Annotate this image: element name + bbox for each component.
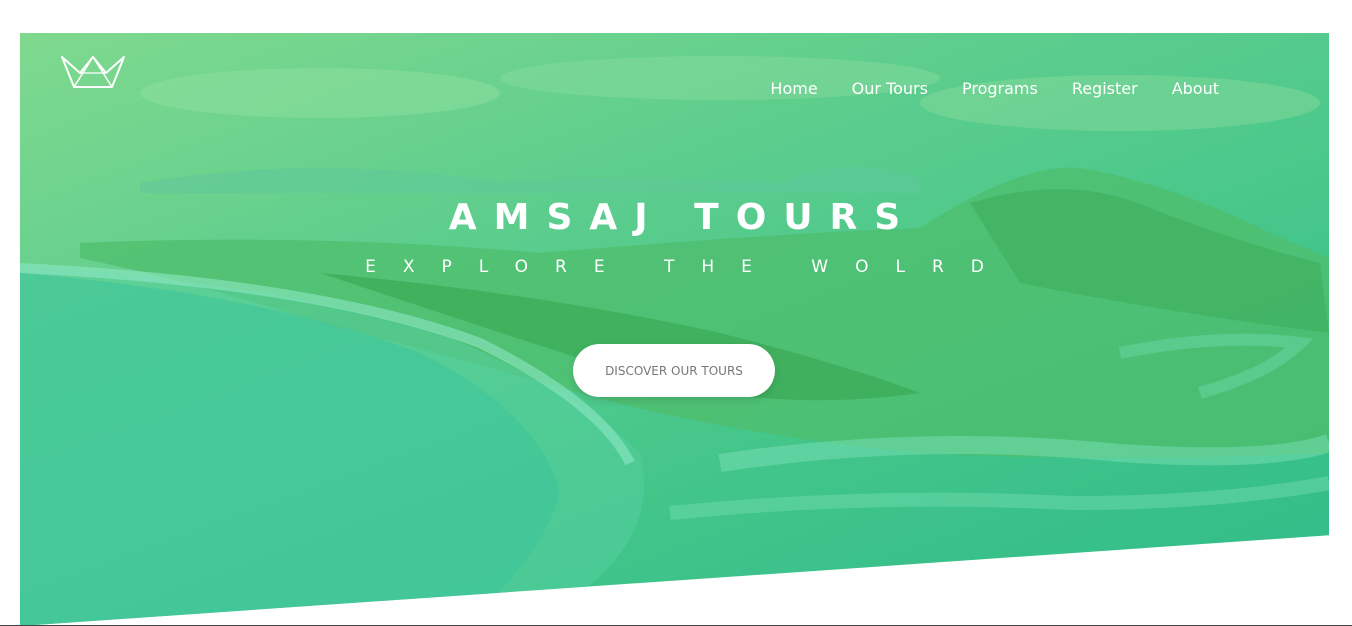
nav-item-programs[interactable]: Programs — [962, 79, 1038, 98]
nav-item-our-tours[interactable]: Our Tours — [852, 79, 928, 98]
hero-title: AMSAJ TOURS — [448, 197, 918, 238]
nav-item-home[interactable]: Home — [770, 79, 817, 98]
crown-logo-icon[interactable] — [60, 53, 126, 89]
discover-tours-button[interactable]: DISCOVER OUR TOURS — [573, 344, 775, 397]
nav-item-about[interactable]: About — [1172, 79, 1219, 98]
hero-section: Home Our Tours Programs Register About A… — [20, 33, 1329, 626]
main-nav: Home Our Tours Programs Register About — [770, 79, 1219, 98]
hero-background-image — [20, 56, 1329, 626]
hero-subtitle: EXPLORE THE WOLRD — [365, 257, 1011, 277]
scrollbar[interactable] — [1340, 0, 1352, 626]
nav-item-register[interactable]: Register — [1072, 79, 1138, 98]
